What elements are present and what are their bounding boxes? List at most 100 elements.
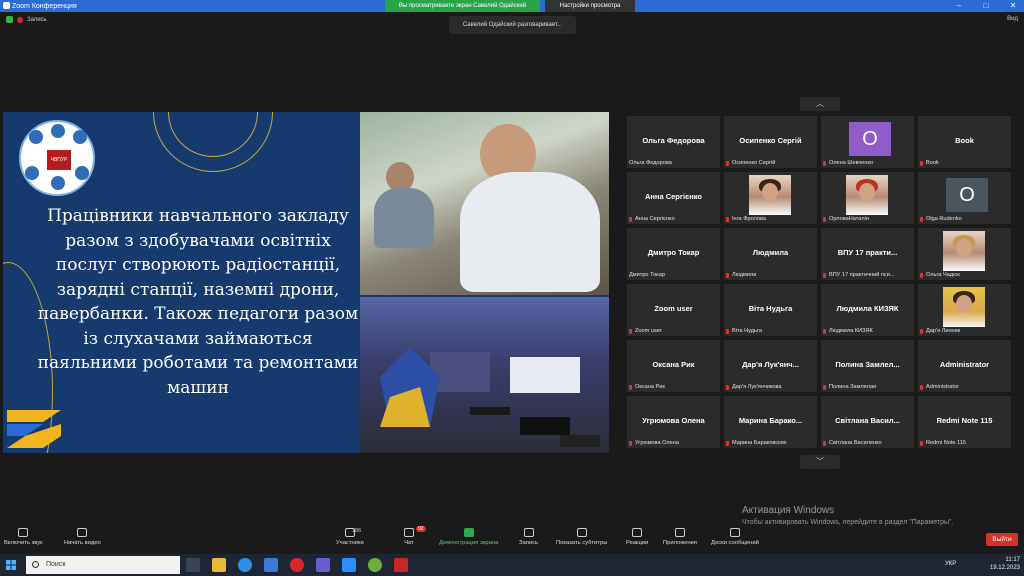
participant-name-text: Олена Шевченко	[829, 160, 874, 166]
reactions-button[interactable]: Реакции	[626, 528, 648, 546]
participant-name-label: Осипенко Сергій	[726, 160, 775, 166]
captions-icon	[576, 528, 587, 537]
view-button[interactable]: Вид	[1007, 16, 1018, 22]
participant-name-text: Administrator	[926, 384, 959, 390]
system-clock[interactable]: 11:17 19.12.2023	[990, 556, 1020, 572]
maximize-button[interactable]: □	[977, 0, 995, 12]
participant-tile[interactable]: О Олена Шевченко	[821, 116, 914, 168]
participant-tile[interactable]: Оксана Рик Оксана Рик	[627, 340, 720, 392]
mic-muted-icon	[920, 216, 923, 222]
mic-muted-icon	[726, 272, 729, 278]
mail-icon[interactable]	[264, 558, 278, 572]
whiteboards-button[interactable]: Доски сообщений	[711, 528, 759, 546]
mic-muted-icon	[823, 272, 826, 278]
edge-icon[interactable]	[238, 558, 252, 572]
participant-name-label: Дмитро Токар	[629, 272, 665, 278]
participant-display-name: Осипенко Сергій	[739, 136, 802, 145]
photo-face	[762, 183, 778, 201]
chat-button[interactable]: 92 Чат	[404, 526, 426, 546]
participant-photo	[749, 175, 791, 215]
participant-name-label: Redmi Note 115	[920, 440, 966, 446]
pdf-icon[interactable]	[394, 558, 408, 572]
active-speaker-label: Савелий Одайский разговаривает...	[449, 16, 576, 34]
participant-tile[interactable]: Угрюмова Олена Угрюмова Олена	[627, 396, 720, 448]
participant-tile[interactable]: Світлана Васил... Світлана Василенко	[821, 396, 914, 448]
reactions-icon	[632, 528, 643, 537]
participant-name-label: Марина Бараковских	[726, 440, 787, 446]
taskbar-search-input[interactable]: Поиск	[26, 556, 180, 574]
mic-muted-icon	[726, 160, 729, 166]
chrome-icon[interactable]	[368, 558, 382, 572]
mic-muted-icon	[920, 440, 923, 446]
captions-button[interactable]: Показать субтитры	[556, 528, 607, 546]
apps-button[interactable]: Приложения	[663, 528, 697, 546]
close-button[interactable]: ✕	[1004, 0, 1022, 12]
mic-off-icon	[18, 528, 29, 537]
participant-name-text: ОрловаНаталія	[829, 216, 869, 222]
chat-label: Чат	[404, 540, 414, 546]
start-video-button[interactable]: Начать видео	[64, 528, 101, 546]
participant-photo	[943, 231, 985, 271]
windows-activation-title: Активация Windows	[742, 505, 835, 516]
participant-tile[interactable]: Марина Барако... Марина Бараковских	[724, 396, 817, 448]
participant-tile[interactable]: Осипенко Сергій Осипенко Сергій	[724, 116, 817, 168]
participant-tile[interactable]: Zoom user Zoom user	[627, 284, 720, 336]
mic-muted-icon	[629, 384, 632, 390]
file-explorer-icon[interactable]	[212, 558, 226, 572]
participant-name-text: Людмила	[732, 272, 757, 278]
participant-tile[interactable]: Дмитро Токар Дмитро Токар	[627, 228, 720, 280]
gallery-scroll-up-button[interactable]: ︿	[800, 97, 840, 111]
view-settings-button[interactable]: Настройки просмотра	[545, 0, 635, 12]
participants-button[interactable]: 186 Участники	[336, 528, 364, 546]
participant-tile[interactable]: Інга Фролова	[724, 172, 817, 224]
school-logo: ЧВПУР	[19, 120, 95, 196]
slide-text: Працівники навчального закладу разом з з…	[37, 206, 359, 398]
participants-label: Участники	[336, 540, 364, 546]
keyboard-language[interactable]: УКР	[945, 561, 956, 567]
participant-name-text: Ольга Чадюк	[926, 272, 960, 278]
participant-tile[interactable]: Людмила Людмила	[724, 228, 817, 280]
zz-logo	[7, 410, 61, 448]
gallery-scroll-down-button[interactable]: ﹀	[800, 455, 840, 469]
photo-face	[956, 239, 972, 257]
participant-tile[interactable]: Полина Замлел... Полина Замлелая	[821, 340, 914, 392]
clock-date: 19.12.2023	[989, 565, 1020, 571]
participant-tile[interactable]: Віта Нудьга Віта Нудьга	[724, 284, 817, 336]
participant-display-name: ВПУ 17 практи...	[837, 248, 898, 257]
mic-muted-icon	[726, 384, 729, 390]
mic-muted-icon	[920, 272, 923, 278]
task-view-icon[interactable]	[186, 558, 200, 572]
participant-tile[interactable]: Redmi Note 115 Redmi Note 115	[918, 396, 1011, 448]
participant-display-name: Людмила	[752, 248, 789, 257]
participant-tile[interactable]: Дар'я Линник	[918, 284, 1011, 336]
participant-display-name: Zoom user	[654, 304, 693, 313]
student-coat	[374, 188, 434, 248]
participant-tile[interactable]: Ольга Федорова Ольга Федорова	[627, 116, 720, 168]
participant-tile[interactable]: Book Book	[918, 116, 1011, 168]
teams-icon[interactable]	[316, 558, 330, 572]
student-coat	[460, 172, 600, 292]
participant-display-name: Полина Замлел...	[835, 360, 900, 369]
leave-meeting-button[interactable]: Выйти	[986, 533, 1018, 546]
participant-tile[interactable]: Дар'я Лук'янч... Дар'я Лук'янчикова	[724, 340, 817, 392]
record-button[interactable]: Запись	[519, 528, 538, 546]
meeting-toolbar: Включить звук Начать видео 186 Участники…	[0, 526, 1024, 554]
participant-tile[interactable]: Ольга Чадюк	[918, 228, 1011, 280]
participant-tile[interactable]: Людмила КИЗЯК Людмила КИЗЯК	[821, 284, 914, 336]
participant-tile[interactable]: Administrator Administrator	[918, 340, 1011, 392]
zoom-taskbar-icon[interactable]	[342, 558, 356, 572]
mic-muted-icon	[629, 216, 632, 222]
windows-start-icon[interactable]	[6, 560, 16, 570]
opera-icon[interactable]	[290, 558, 304, 572]
participant-tile[interactable]: ОрловаНаталія	[821, 172, 914, 224]
participant-tile[interactable]: ВПУ 17 практи... ВПУ 17 практичний пси...	[821, 228, 914, 280]
participant-name-label: Світлана Василенко	[823, 440, 882, 446]
screen-share-banner: Вы просматриваете экран Савелий Одайский	[385, 0, 540, 12]
participant-tile[interactable]: Анна Сергієнко Анна Сергієнко	[627, 172, 720, 224]
unmute-button[interactable]: Включить звук	[4, 528, 43, 546]
minimize-button[interactable]: –	[950, 0, 968, 12]
participant-tile[interactable]: O Olga Rudenko	[918, 172, 1011, 224]
apps-icon	[674, 528, 685, 537]
shield-icon[interactable]	[6, 16, 13, 23]
share-screen-button[interactable]: Демонстрация экрана	[439, 528, 498, 546]
